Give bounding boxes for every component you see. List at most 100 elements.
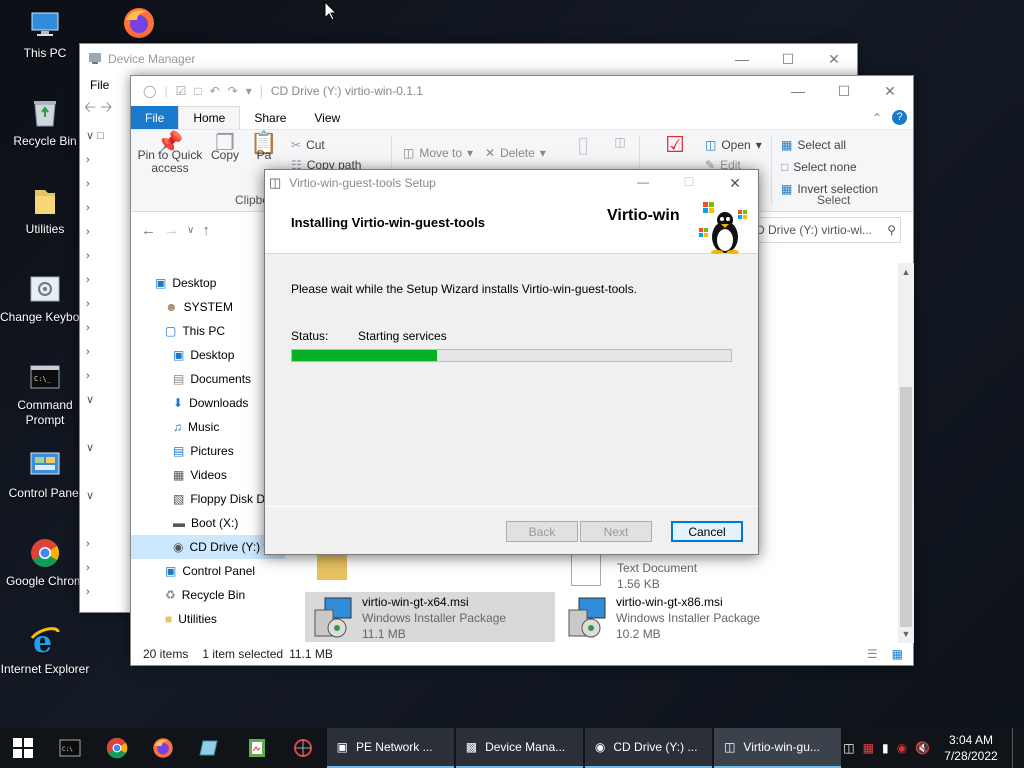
start-button[interactable] — [0, 728, 47, 768]
tab-file[interactable]: File — [131, 106, 179, 129]
taskbar-network-tool[interactable] — [280, 728, 327, 768]
select-none-button[interactable]: □ Select none — [781, 160, 857, 174]
open-button[interactable]: ◫ Open ▾ — [705, 138, 762, 152]
usb-tray-icon[interactable]: ▮ — [882, 741, 889, 755]
large-icons-view-icon[interactable]: ▦ — [892, 647, 903, 661]
tab-view[interactable]: View — [300, 106, 354, 129]
tree-expand-icon[interactable]: ∨ □ — [86, 124, 131, 148]
select-all-button[interactable]: ▦ Select all — [781, 138, 846, 152]
help-icon[interactable]: ? — [886, 106, 913, 129]
desktop-icon-this-pc[interactable]: This PC — [0, 8, 90, 61]
paste-button[interactable]: 📋 Pa — [249, 132, 279, 162]
maximize-button[interactable]: ☐ — [821, 76, 867, 106]
cut-button[interactable]: ✂ Cut — [291, 138, 325, 152]
minimize-button[interactable]: — — [775, 76, 821, 106]
tree-expand-icon[interactable]: › — [86, 532, 131, 556]
setup-dialog[interactable]: ◫ Virtio-win-guest-tools Setup — ☐ ✕ Ins… — [264, 169, 759, 555]
tab-home[interactable]: Home — [178, 106, 241, 129]
clock[interactable]: 3:04 AM 7/28/2022 — [938, 732, 1004, 764]
scrollbar-thumb[interactable] — [900, 387, 912, 627]
tab-share[interactable]: Share — [240, 106, 300, 129]
taskbar-tool[interactable] — [233, 728, 280, 768]
taskbar-chrome[interactable] — [93, 728, 140, 768]
show-desktop-button[interactable] — [1012, 728, 1016, 768]
back-button[interactable]: Back — [506, 521, 578, 542]
pin-quick-access-button[interactable]: 📌 Pin to Quick access — [137, 132, 203, 175]
nav-item-downloads[interactable]: ⬇ Downloads — [131, 391, 285, 415]
delete-button[interactable]: ✕ Delete ▾ — [485, 146, 546, 160]
recent-dropdown-icon[interactable]: ∨ — [187, 225, 194, 236]
nav-item-utilities[interactable]: ■ Utilities — [131, 607, 285, 631]
redo-icon[interactable]: ↷ — [228, 84, 238, 98]
tree-expand-icon[interactable]: › — [86, 268, 131, 292]
maximize-button[interactable]: ☐ — [765, 44, 811, 74]
network-tray-icon[interactable]: ◫ — [843, 741, 854, 755]
up-arrow-icon[interactable]: ↑ — [202, 222, 210, 239]
task-cd-drive[interactable]: ◉ CD Drive (Y:) ... — [584, 728, 713, 768]
nav-item-desktop[interactable]: ▣ Desktop — [131, 271, 285, 295]
minimize-button[interactable]: — — [620, 175, 666, 192]
nav-item-recycle-bin[interactable]: ♻ Recycle Bin — [131, 583, 285, 607]
tree-expand-icon[interactable]: › — [86, 316, 131, 340]
tree-expand-icon[interactable]: › — [86, 364, 131, 388]
desktop-icon-utilities[interactable]: Utilities — [0, 184, 90, 237]
taskbar-command-prompt[interactable]: C:\ — [47, 728, 94, 768]
desktop-icon-control-panel[interactable]: Control Panel — [0, 448, 90, 501]
desktop-icon-change-keyboard[interactable]: Change Keyboard Layo — [0, 272, 90, 325]
forward-arrow-icon[interactable]: 🡢 — [100, 97, 112, 122]
desktop-icon-command-prompt[interactable]: C:\_ Command Prompt — [0, 360, 90, 428]
nav-item-cd-drive[interactable]: ◉ CD Drive (Y:) v — [131, 535, 285, 559]
ribbon-collapse-icon[interactable]: ⌃ — [868, 106, 886, 129]
vertical-scrollbar[interactable]: ▲ ▼ — [898, 263, 914, 643]
details-view-icon[interactable]: ☰ — [867, 647, 878, 661]
scroll-up-icon[interactable]: ▲ — [898, 263, 914, 281]
action-tray-icon[interactable]: ◉ — [897, 741, 907, 755]
minimize-button[interactable]: — — [719, 44, 765, 74]
taskbar-firefox[interactable] — [140, 728, 187, 768]
file-item-gt-x64[interactable]: virtio-win-gt-x64.msi Windows Installer … — [305, 592, 555, 642]
qat-dropdown-icon[interactable]: ▾ — [246, 84, 252, 98]
nav-item-boot[interactable]: ▬ Boot (X:) — [131, 511, 285, 535]
tree-expand-icon[interactable]: › — [86, 172, 131, 196]
menu-file[interactable]: File — [90, 78, 109, 92]
volume-muted-icon[interactable]: 🔇 — [915, 741, 930, 755]
close-button[interactable]: ✕ — [712, 175, 758, 192]
nav-item-videos[interactable]: ▦ Videos — [131, 463, 285, 487]
tree-expand-icon[interactable]: › — [86, 244, 131, 268]
device-manager-titlebar[interactable]: Device Manager — ☐ ✕ — [80, 44, 857, 74]
desktop-icon-google-chrome[interactable]: Google Chrom — [0, 536, 90, 589]
new-item-icon[interactable]: ◫ — [609, 136, 631, 149]
setup-titlebar[interactable]: ◫ Virtio-win-guest-tools Setup — ☐ ✕ — [265, 170, 758, 196]
tree-expand-icon[interactable]: › — [86, 580, 131, 604]
file-item-gt-x86[interactable]: virtio-win-gt-x86.msi Windows Installer … — [559, 592, 809, 642]
nav-item-documents[interactable]: ▤ Documents — [131, 367, 285, 391]
properties-icon[interactable]: ☑ — [176, 84, 187, 98]
scroll-down-icon[interactable]: ▼ — [898, 625, 914, 643]
file-item-text-document[interactable]: Text Document 1.56 KB — [567, 550, 767, 591]
search-box[interactable]: D Drive (Y:) virtio-wi... ⚲ — [751, 217, 901, 243]
nav-item-this-pc[interactable]: ▢ This PC — [131, 319, 285, 343]
tree-expand-icon[interactable]: › — [86, 196, 131, 220]
task-virtio-setup[interactable]: ◫ Virtio-win-gu... — [714, 728, 842, 768]
forward-arrow-icon[interactable]: → — [164, 222, 179, 239]
desktop-firefox-icon[interactable] — [122, 6, 156, 40]
tree-expand-icon[interactable]: ∨ — [86, 436, 131, 460]
undo-icon[interactable]: ↶ — [210, 84, 220, 98]
nav-item-desktop-pc[interactable]: ▣ Desktop — [131, 343, 285, 367]
nav-item-floppy[interactable]: ▧ Floppy Disk Dr — [131, 487, 285, 511]
tree-expand-icon[interactable]: › — [86, 340, 131, 364]
nav-item-control-panel[interactable]: ▣ Control Panel — [131, 559, 285, 583]
copy-button[interactable]: ❐ Copy — [207, 132, 243, 162]
properties-button-icon[interactable]: ☑ — [661, 134, 689, 156]
nav-item-music[interactable]: ♫ Music — [131, 415, 285, 439]
new-folder-icon[interactable]: □ — [194, 84, 201, 98]
tree-expand-icon[interactable]: ∨ — [86, 388, 131, 412]
desktop-icon-recycle-bin[interactable]: Recycle Bin — [0, 96, 90, 149]
next-button[interactable]: Next — [580, 521, 652, 542]
desktop-icon-internet-explorer[interactable]: e Internet Explorer — [0, 624, 90, 677]
tree-expand-icon[interactable]: › — [86, 556, 131, 580]
nav-item-pictures[interactable]: ▤ Pictures — [131, 439, 285, 463]
task-pe-network[interactable]: ▣ PE Network ... — [326, 728, 454, 768]
close-button[interactable]: ✕ — [811, 44, 857, 74]
close-button[interactable]: ✕ — [867, 76, 913, 106]
